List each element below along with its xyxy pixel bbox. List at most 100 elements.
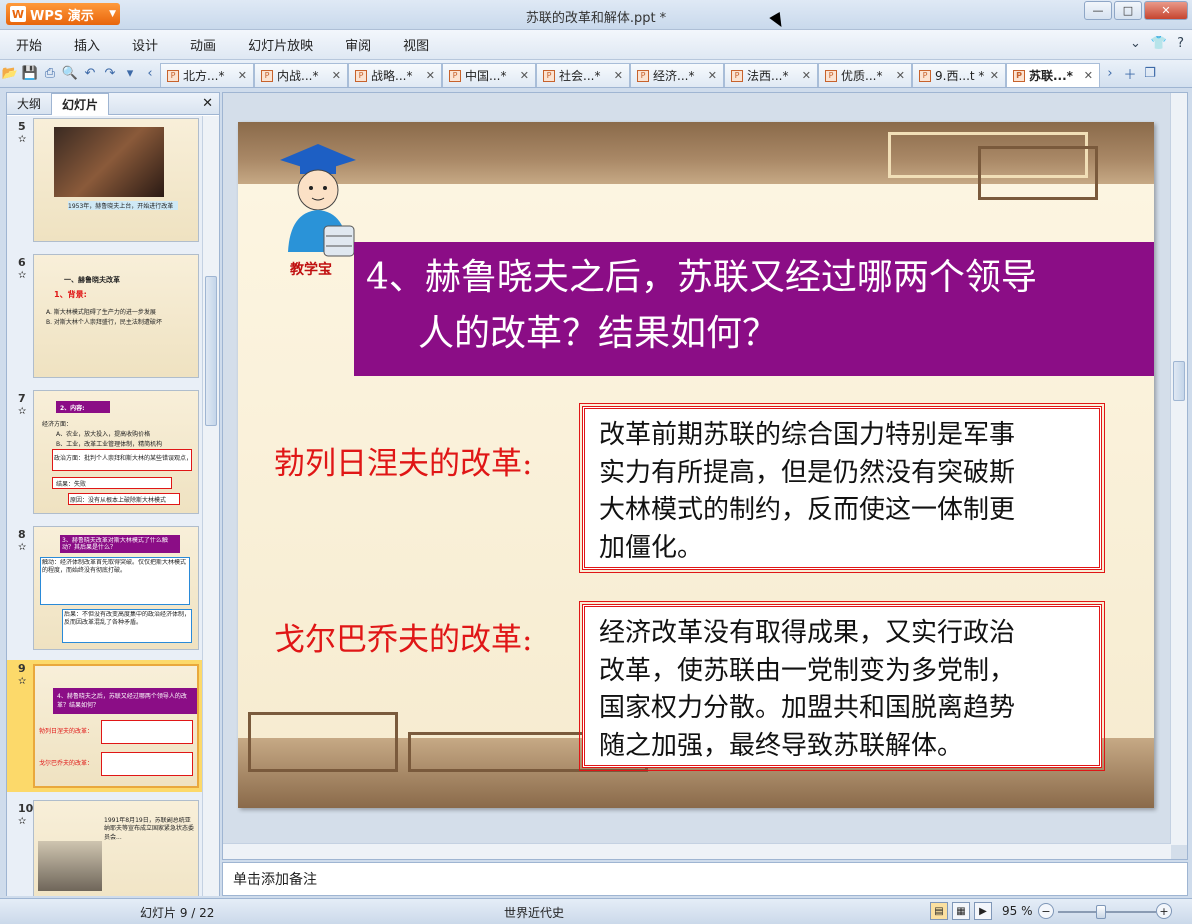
thumbnail-slide-8[interactable]: 3、赫鲁晓夫改革对斯大林模式了什么触动？其后果是什么？ 触动：经济体制改革首先取…	[33, 526, 199, 650]
close-tab-icon[interactable]: ✕	[708, 69, 717, 82]
scrollbar-thumb[interactable]	[1173, 361, 1185, 401]
thumbnail-caption: 1953年，赫鲁晓夫上台，开始进行改革	[68, 201, 178, 210]
menu-review[interactable]: 审阅	[329, 30, 387, 60]
doc-tab[interactable]: P 9.西...t * ✕	[912, 63, 1006, 87]
thumbnail-line: A、农业，放大投入，提高收购价格	[56, 431, 151, 438]
close-tab-icon[interactable]: ✕	[238, 69, 247, 82]
redo-icon[interactable]: ↷	[101, 65, 119, 83]
slide-indicator: 幻灯片 9 / 22	[140, 906, 215, 920]
thumbnail-scrollbar[interactable]	[202, 116, 219, 896]
brezhnev-reform-textbox[interactable]: 改革前期苏联的综合国力特别是军事 实力有所提高，但是仍然没有突破斯 大林模式的制…	[579, 403, 1105, 573]
theme-name: 世界近代史	[504, 906, 565, 920]
close-tab-icon[interactable]: ✕	[802, 69, 811, 82]
doc-tab[interactable]: P 内战...* ✕	[254, 63, 348, 87]
tab-slides[interactable]: 幻灯片	[51, 92, 110, 115]
collapse-ribbon-icon[interactable]: ⌄	[1130, 36, 1141, 51]
thumbnail-number: 9	[18, 662, 26, 675]
thumbnail-slide-7[interactable]: 2、内容: 经济方面： A、农业，放大投入，提高收购价格 B、工业，改革工业管理…	[33, 390, 199, 514]
thumbnail-caption: 1991年8月19日，苏联副总统亚纳耶夫等宣布成立国家紧急状态委员会...	[104, 817, 195, 841]
close-tab-icon[interactable]: ✕	[520, 69, 529, 82]
print-preview-icon[interactable]: 🔍	[61, 65, 79, 83]
normal-view-icon[interactable]: ▤	[930, 902, 948, 920]
print-icon[interactable]: ⎙	[41, 65, 59, 83]
close-tab-icon[interactable]: ✕	[614, 69, 623, 82]
thumbnail-slide-10[interactable]: 1991年8月19日，苏联副总统亚纳耶夫等宣布成立国家紧急状态委员会...	[33, 800, 199, 896]
close-tab-icon[interactable]: ✕	[332, 69, 341, 82]
tab-scroll-left-icon[interactable]: ‹	[141, 65, 159, 83]
current-slide[interactable]: 教学宝 4、赫鲁晓夫之后，苏联又经过哪两个领导 人的改革？结果如何？ 勃列日涅夫…	[238, 122, 1154, 808]
doc-tab[interactable]: P 经济...* ✕	[630, 63, 724, 87]
menu-insert[interactable]: 插入	[58, 30, 116, 60]
thumbnail-item[interactable]: 6 ✫ 一、赫鲁晓夫改革 1、背景: A. 斯大林模式阻碍了生产力的进一步发展 …	[7, 254, 203, 382]
doc-tab-active[interactable]: P 苏联...* ✕	[1006, 63, 1100, 87]
ppt-file-icon: P	[919, 69, 931, 82]
close-tab-icon[interactable]: ✕	[426, 69, 435, 82]
scrollbar-thumb[interactable]	[205, 276, 217, 426]
zoom-in-icon[interactable]: +	[1156, 903, 1172, 919]
zoom-out-icon[interactable]: −	[1038, 903, 1054, 919]
doc-tab[interactable]: P 法西...* ✕	[724, 63, 818, 87]
thumbnail-item-selected[interactable]: 9 ✫ 4、赫鲁晓夫之后，苏联又经过哪两个领导人的改革？结果如何？ 勃列日涅夫的…	[7, 660, 203, 792]
help-icon[interactable]: ?	[1177, 36, 1184, 51]
customize-toolbar-icon[interactable]: ▾	[121, 65, 139, 83]
thumbnail-list: 5 ✫ 1953年，赫鲁晓夫上台，开始进行改革 6 ✫ 一、赫鲁晓夫改革 1、背…	[7, 116, 203, 896]
menu-slideshow[interactable]: 幻灯片放映	[232, 30, 329, 60]
ppt-file-icon: P	[731, 69, 743, 82]
thumbnail-slide-6[interactable]: 一、赫鲁晓夫改革 1、背景: A. 斯大林模式阻碍了生产力的进一步发展 B. 对…	[33, 254, 199, 378]
doc-tab[interactable]: P 北方...* ✕	[160, 63, 254, 87]
close-tab-icon[interactable]: ✕	[896, 69, 905, 82]
doc-tab-label: 北方...*	[183, 69, 225, 83]
close-panel-icon[interactable]: ✕	[202, 96, 213, 111]
thumbnail-item[interactable]: 8 ✫ 3、赫鲁晓夫改革对斯大林模式了什么触动？其后果是什么？ 触动：经济体制改…	[7, 526, 203, 654]
new-tab-icon[interactable]: ＋	[1121, 65, 1139, 83]
minimize-button[interactable]: —	[1084, 1, 1112, 20]
slideshow-view-icon[interactable]: ▶	[974, 902, 992, 920]
thumbnail-line: 原因：没有从根本上破除斯大林模式	[70, 497, 167, 504]
maximize-button[interactable]: □	[1114, 1, 1142, 20]
gorbachev-reform-label[interactable]: 戈尔巴乔夫的改革:	[274, 614, 532, 659]
thumbnail-line: 触动：经济体制改革首先取得突破。仅仅把斯大林模式的程度，而始终没有彻底打破。	[42, 559, 187, 574]
editor-vertical-scrollbar[interactable]	[1170, 93, 1187, 845]
thumbnail-item[interactable]: 7 ✫ 2、内容: 经济方面： A、农业，放大投入，提高收购价格 B、工业，改革…	[7, 390, 203, 518]
thumbnail-heading: 4、赫鲁晓夫之后，苏联又经过哪两个领导人的改革？结果如何？	[57, 693, 187, 709]
slide-title-box[interactable]: 4、赫鲁晓夫之后，苏联又经过哪两个领导 人的改革？结果如何？	[354, 242, 1154, 376]
zoom-level: 95 %	[1002, 904, 1033, 918]
thumbnail-slide-9[interactable]: 4、赫鲁晓夫之后，苏联又经过哪两个领导人的改革？结果如何？ 勃列日涅夫的改革： …	[33, 664, 199, 788]
save-icon[interactable]: 💾	[21, 65, 39, 83]
skin-icon[interactable]: 👕	[1151, 36, 1167, 51]
thumbnail-slide-5[interactable]: 1953年，赫鲁晓夫上台，开始进行改革	[33, 118, 199, 242]
zoom-slider[interactable]	[1058, 911, 1156, 913]
undo-icon[interactable]: ↶	[81, 65, 99, 83]
close-tab-icon[interactable]: ✕	[1084, 69, 1093, 82]
thumbnail-item[interactable]: 5 ✫ 1953年，赫鲁晓夫上台，开始进行改革	[7, 118, 203, 246]
doc-tab[interactable]: P 社会...* ✕	[536, 63, 630, 87]
close-tab-icon[interactable]: ✕	[990, 69, 999, 82]
doc-tab[interactable]: P 中国...* ✕	[442, 63, 536, 87]
brezhnev-reform-label[interactable]: 勃列日涅夫的改革:	[274, 438, 532, 483]
menu-animation[interactable]: 动画	[174, 30, 232, 60]
thumbnail-box	[101, 752, 193, 776]
tab-scroll-right-icon[interactable]: ›	[1101, 65, 1119, 83]
slide-sorter-icon[interactable]: ▦	[952, 902, 970, 920]
menu-design[interactable]: 设计	[116, 30, 174, 60]
thumbnail-heading: 3、赫鲁晓夫改革对斯大林模式了什么触动？其后果是什么？	[62, 537, 168, 552]
thumbnail-line: B. 对斯大林个人崇拜盛行，民主法制遭破坏	[46, 319, 162, 326]
thumbnail-item[interactable]: 10 ✫ 1991年8月19日，苏联副总统亚纳耶夫等宣布成立国家紧急状态委员会.…	[7, 800, 203, 896]
zoom-slider-knob[interactable]	[1096, 905, 1106, 919]
menu-home[interactable]: 开始	[0, 30, 58, 60]
doc-tab[interactable]: P 优质...* ✕	[818, 63, 912, 87]
ppt-file-icon: P	[637, 69, 649, 82]
thumbnail-line: B、工业，改革工业管理体制，精简机构	[56, 441, 163, 448]
open-icon[interactable]: 📂	[1, 65, 19, 83]
thumbnail-number: 6	[18, 256, 26, 269]
editor-horizontal-scrollbar[interactable]	[223, 843, 1171, 859]
close-button[interactable]: ✕	[1144, 1, 1188, 20]
gorbachev-reform-textbox[interactable]: 经济改革没有取得成果，又实行政治 改革，使苏联由一党制变为多党制， 国家权力分散…	[579, 601, 1105, 771]
menu-view[interactable]: 视图	[387, 30, 445, 60]
tab-outline[interactable]: 大纲	[7, 93, 51, 115]
ppt-file-icon: P	[543, 69, 555, 82]
doc-tab[interactable]: P 战略...* ✕	[348, 63, 442, 87]
notes-pane[interactable]: 单击添加备注	[222, 862, 1188, 896]
box-line: 大林模式的制约，反而使这一体制更	[599, 495, 1016, 526]
restore-tab-icon[interactable]: ❐	[1141, 65, 1159, 83]
